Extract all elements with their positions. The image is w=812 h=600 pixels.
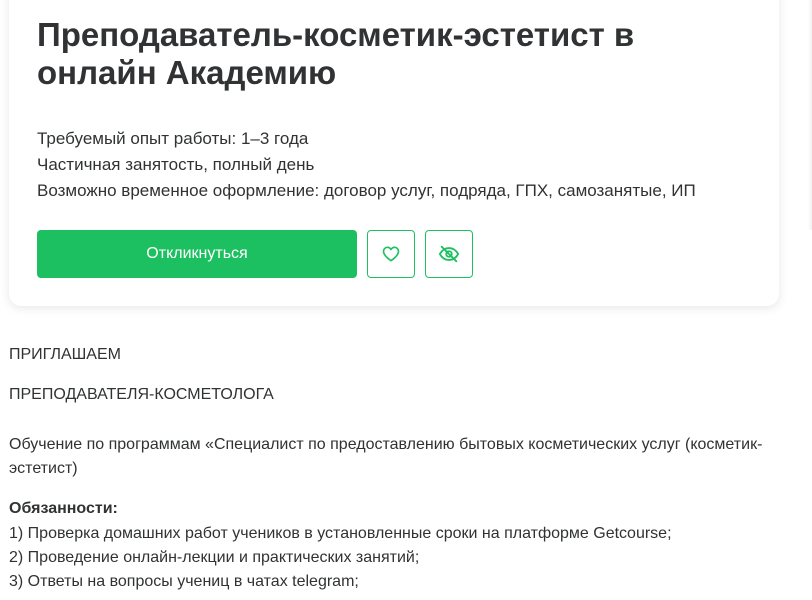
position-text: ПРЕПОДАВАТЕЛЯ-КОСМЕТОЛОГА xyxy=(9,386,274,403)
vacancy-title: Преподаватель-косметик-эстетист в онлайн… xyxy=(37,16,635,91)
contract-text: Возможно временное оформление: договор у… xyxy=(37,181,696,200)
vacancy-meta: Требуемый опыт работы: 1–3 года Частична… xyxy=(37,126,696,204)
employment-text: Частичная занятость, полный день xyxy=(37,155,315,174)
list-item: 3) Ответы на вопросы учениц в чатах tele… xyxy=(9,573,359,590)
responsibilities-heading: Обязанности: xyxy=(9,500,118,517)
eye-off-icon xyxy=(438,243,460,265)
responsibilities-list: 1) Проверка домашних работ учеников в ус… xyxy=(9,522,672,594)
favorite-button[interactable] xyxy=(367,230,415,278)
list-item: 1) Проверка домашних работ учеников в ус… xyxy=(9,525,672,542)
experience-text: Требуемый опыт работы: 1–3 года xyxy=(37,129,309,148)
adjacent-card-edge xyxy=(808,0,812,230)
heart-icon xyxy=(381,244,401,264)
list-item: 2) Проведение онлайн-лекции и практическ… xyxy=(9,549,420,566)
hide-vacancy-button[interactable] xyxy=(425,230,473,278)
invite-text: ПРИГЛАШАЕМ xyxy=(9,346,121,363)
program-text: Обучение по программам «Специалист по пр… xyxy=(9,436,763,477)
apply-button[interactable]: Откликнуться xyxy=(37,230,357,278)
